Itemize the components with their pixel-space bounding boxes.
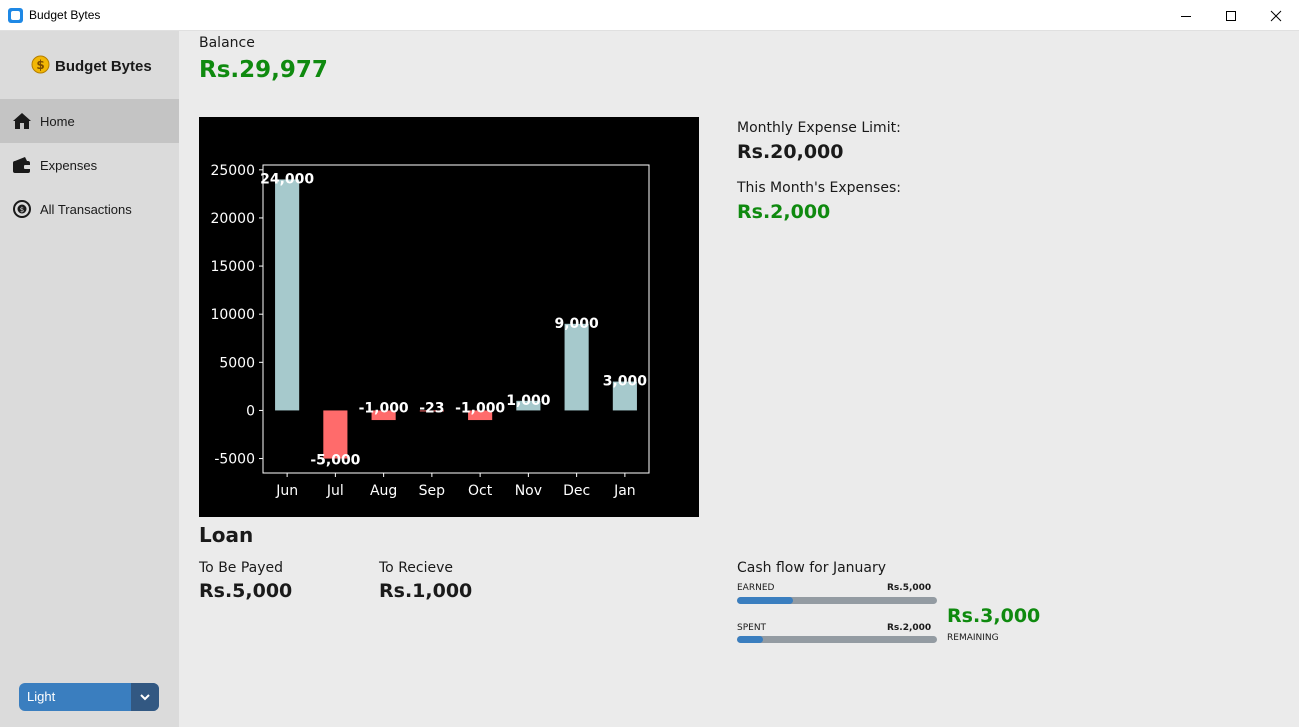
data-label: -23 [419, 400, 444, 416]
spent-progress-bar [737, 636, 937, 643]
theme-select-arrow[interactable] [131, 683, 159, 711]
data-label: 1,000 [506, 393, 551, 409]
loan-payable-label: To Be Payed [199, 560, 284, 576]
sidebar-item-label: Home [40, 113, 75, 129]
title-bar: Budget Bytes [0, 0, 1299, 31]
y-tick-label: 25000 [210, 163, 255, 179]
month-expenses-label: This Month's Expenses: [737, 180, 901, 196]
x-tick-label: Dec [563, 483, 590, 499]
x-tick-label: Aug [370, 483, 397, 499]
x-tick-label: Nov [515, 483, 542, 499]
wallet-icon [12, 155, 32, 175]
data-label: -1,000 [359, 400, 409, 416]
loan-receivable-label: To Recieve [379, 560, 453, 576]
data-label: 3,000 [603, 374, 648, 390]
data-label: 24,000 [260, 171, 314, 187]
loan-title: Loan [199, 523, 254, 547]
close-icon [1270, 10, 1282, 21]
theme-select-value: Light [27, 689, 56, 704]
minimize-icon [1181, 15, 1191, 17]
balance-value: Rs.29,977 [199, 57, 328, 83]
loan-payable-value: Rs.5,000 [199, 580, 293, 602]
monthly-limit-value: Rs.20,000 [737, 141, 844, 163]
monthly-net-chart-svg: -5000 0 5000 10000 15000 20000 25000 Jun 24,000 J… [210, 163, 650, 499]
svg-text:$: $ [20, 206, 24, 214]
home-main: Balance Rs.29,977 -5000 0 5000 10000 15000 20… [179, 31, 1299, 727]
y-tick-label: -5000 [214, 452, 255, 468]
maximize-button[interactable] [1208, 0, 1254, 31]
remaining-value: Rs.3,000 [947, 605, 1041, 627]
coin-logo-icon: $ [31, 55, 50, 78]
maximize-icon [1226, 10, 1236, 21]
y-tick-label: 10000 [210, 307, 255, 323]
brand: $ Budget Bytes [31, 55, 152, 78]
y-tick-label: 5000 [219, 355, 255, 371]
earned-label: EARNED [737, 583, 775, 593]
loan-receivable-value: Rs.1,000 [379, 580, 473, 602]
sidebar-item-expenses[interactable]: Expenses [0, 143, 179, 187]
app-icon [8, 8, 23, 23]
monthly-limit-label: Monthly Expense Limit: [737, 120, 901, 136]
data-label: -5,000 [310, 453, 360, 469]
earned-progress-bar [737, 597, 937, 604]
sidebar: $ Budget Bytes Home Expenses $ All Trans… [0, 31, 179, 727]
sidebar-item-label: Expenses [40, 157, 98, 173]
sidebar-item-home[interactable]: Home [0, 99, 179, 143]
x-tick-label: Oct [468, 483, 493, 499]
remaining-label: REMAINING [947, 633, 999, 643]
spent-value: Rs.2,000 [887, 623, 932, 633]
close-button[interactable] [1253, 0, 1299, 31]
spent-progress-fill [737, 636, 763, 643]
chevron-down-icon [140, 694, 150, 701]
theme-select[interactable]: Light [19, 683, 159, 711]
sidebar-item-label: All Transactions [40, 201, 132, 217]
x-tick-label: Jul [326, 483, 344, 499]
window-title: Budget Bytes [29, 8, 101, 22]
y-tick-label: 20000 [210, 211, 255, 227]
brand-label: Budget Bytes [55, 58, 152, 75]
data-label: -1,000 [455, 400, 505, 416]
x-tick-label: Jun [275, 483, 298, 499]
sidebar-item-all-transactions[interactable]: $ All Transactions [0, 187, 179, 231]
minimize-button[interactable] [1163, 0, 1209, 31]
monthly-net-chart: -5000 0 5000 10000 15000 20000 25000 Jun 24,000 J… [199, 117, 699, 517]
data-label: 9,000 [554, 316, 599, 332]
month-expenses-value: Rs.2,000 [737, 201, 831, 223]
spent-label: SPENT [737, 623, 767, 633]
x-tick-label: Sep [419, 483, 446, 499]
y-tick-label: 15000 [210, 259, 255, 275]
earned-progress-fill [737, 597, 793, 604]
earned-value: Rs.5,000 [887, 583, 932, 593]
x-tick-label: Jan [613, 483, 636, 499]
cashflow-title: Cash flow for January [737, 560, 887, 576]
chart-bar [275, 179, 300, 411]
chart-bar [564, 323, 589, 411]
home-icon [12, 111, 32, 131]
balance-label: Balance [199, 35, 255, 51]
chart-bar [323, 410, 348, 459]
svg-text:$: $ [36, 58, 44, 72]
transactions-icon: $ [12, 199, 32, 219]
y-tick-label: 0 [246, 403, 255, 419]
